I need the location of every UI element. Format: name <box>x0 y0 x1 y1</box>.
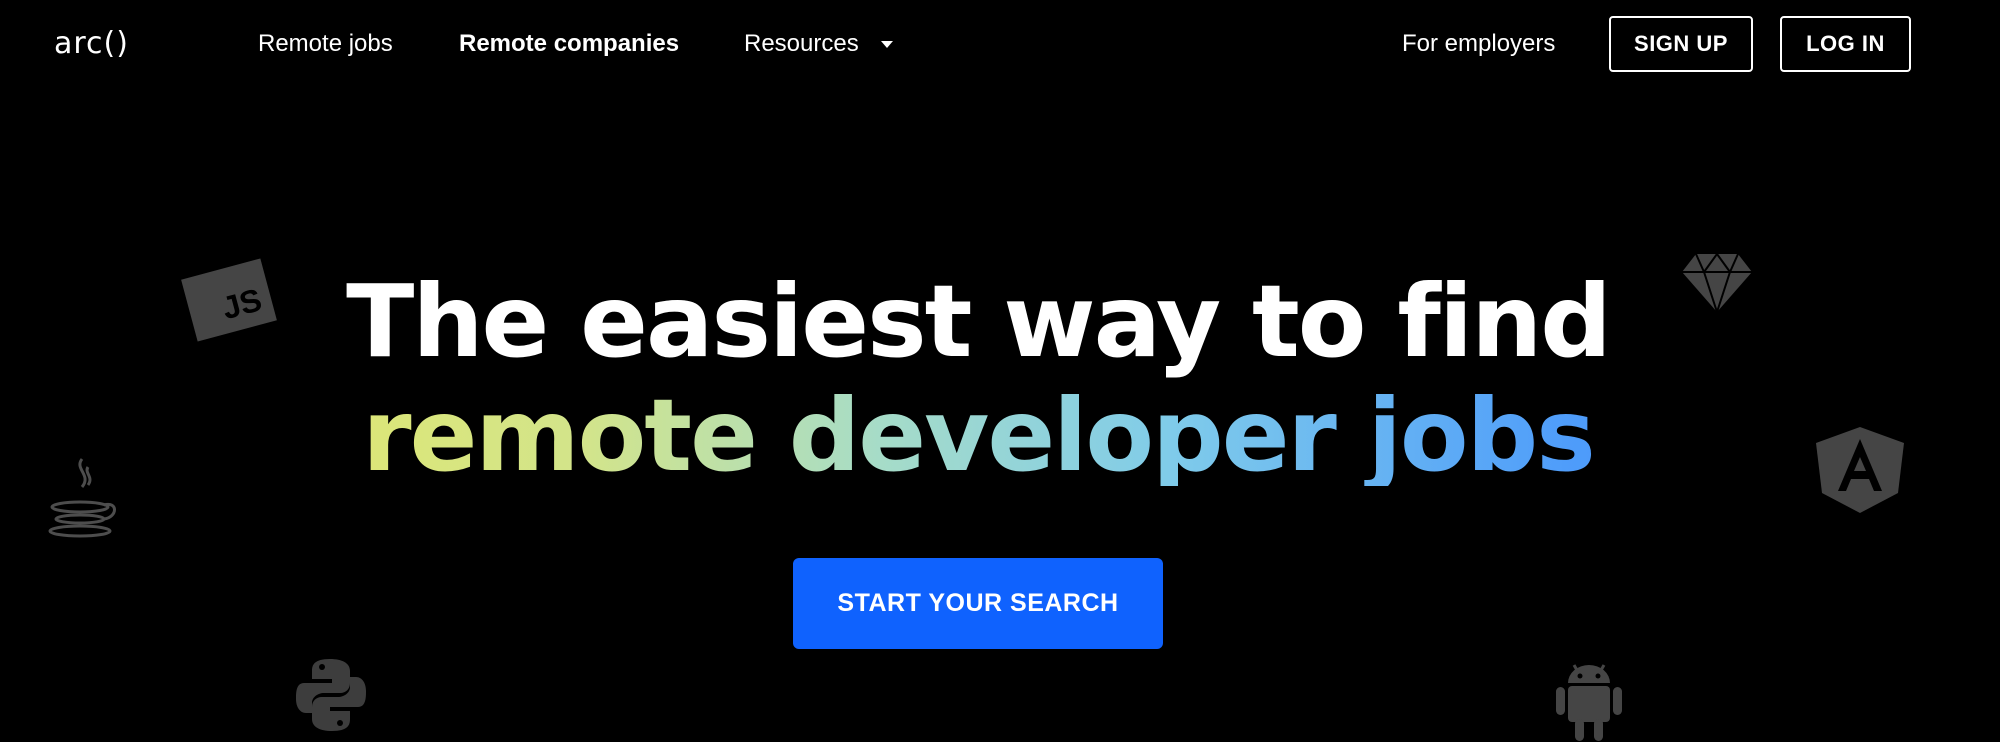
java-icon <box>48 458 116 538</box>
hero-heading-line-1: The easiest way to find <box>346 263 1612 380</box>
caret-down-icon <box>880 40 893 48</box>
start-search-button[interactable]: START YOUR SEARCH <box>793 558 1163 649</box>
android-icon <box>1556 664 1622 741</box>
log-in-button[interactable]: LOG IN <box>1780 16 1911 72</box>
logo[interactable]: arc() <box>54 26 129 61</box>
nav-remote-jobs[interactable]: Remote jobs <box>258 30 393 58</box>
nav-for-employers[interactable]: For employers <box>1402 30 1555 58</box>
hero-heading-line-2: remote developer jobs <box>0 386 1956 486</box>
nav-remote-companies[interactable]: Remote companies <box>459 30 679 58</box>
nav-resources-label: Resources <box>744 30 859 57</box>
nav-resources-dropdown[interactable]: Resources <box>744 30 893 58</box>
python-icon <box>296 659 366 731</box>
sketch-icon <box>1682 252 1752 314</box>
angular-icon <box>1816 427 1904 513</box>
sign-up-button[interactable]: SIGN UP <box>1609 16 1753 72</box>
